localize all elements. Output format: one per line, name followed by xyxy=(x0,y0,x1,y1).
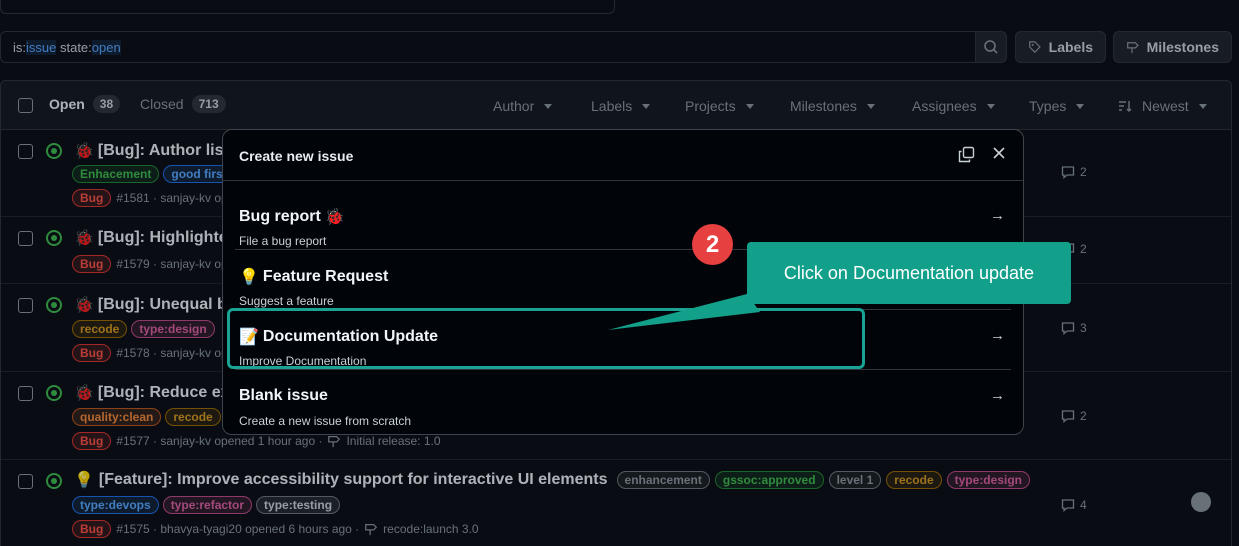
bug-icon: 🐞 xyxy=(324,209,345,226)
option-description: File a bug report xyxy=(239,234,327,248)
step-number: 2 xyxy=(705,230,720,258)
option-title: Bug report xyxy=(239,208,321,225)
template-option-bug-report[interactable]: Bug report 🐞 File a bug report → xyxy=(223,189,1023,249)
instruction-callout: Click on Documentation update xyxy=(747,242,1071,304)
option-title: Feature Request xyxy=(262,268,389,285)
lightbulb-icon: 💡 xyxy=(239,269,259,286)
close-icon xyxy=(993,147,1005,159)
copy-link-button[interactable] xyxy=(958,146,975,166)
option-description: Create a new issue from scratch xyxy=(239,414,412,428)
step-number-badge: 2 xyxy=(692,224,733,265)
option-title: Blank issue xyxy=(239,387,328,404)
arrow-right-icon: → xyxy=(990,387,1005,404)
highlight-box xyxy=(227,308,865,369)
copy-icon xyxy=(958,146,975,163)
arrow-right-icon: → xyxy=(990,327,1005,344)
close-dialog-button[interactable] xyxy=(993,147,1005,162)
arrow-right-icon: → xyxy=(990,207,1005,224)
callout-text: Click on Documentation update xyxy=(783,262,1035,283)
template-option-blank-issue[interactable]: Blank issue Create a new issue from scra… xyxy=(223,369,1023,429)
dialog-header: Create new issue xyxy=(223,130,1023,181)
option-description: Suggest a feature xyxy=(239,294,334,308)
dialog-title: Create new issue xyxy=(239,148,354,164)
callout-pointer xyxy=(608,294,760,330)
